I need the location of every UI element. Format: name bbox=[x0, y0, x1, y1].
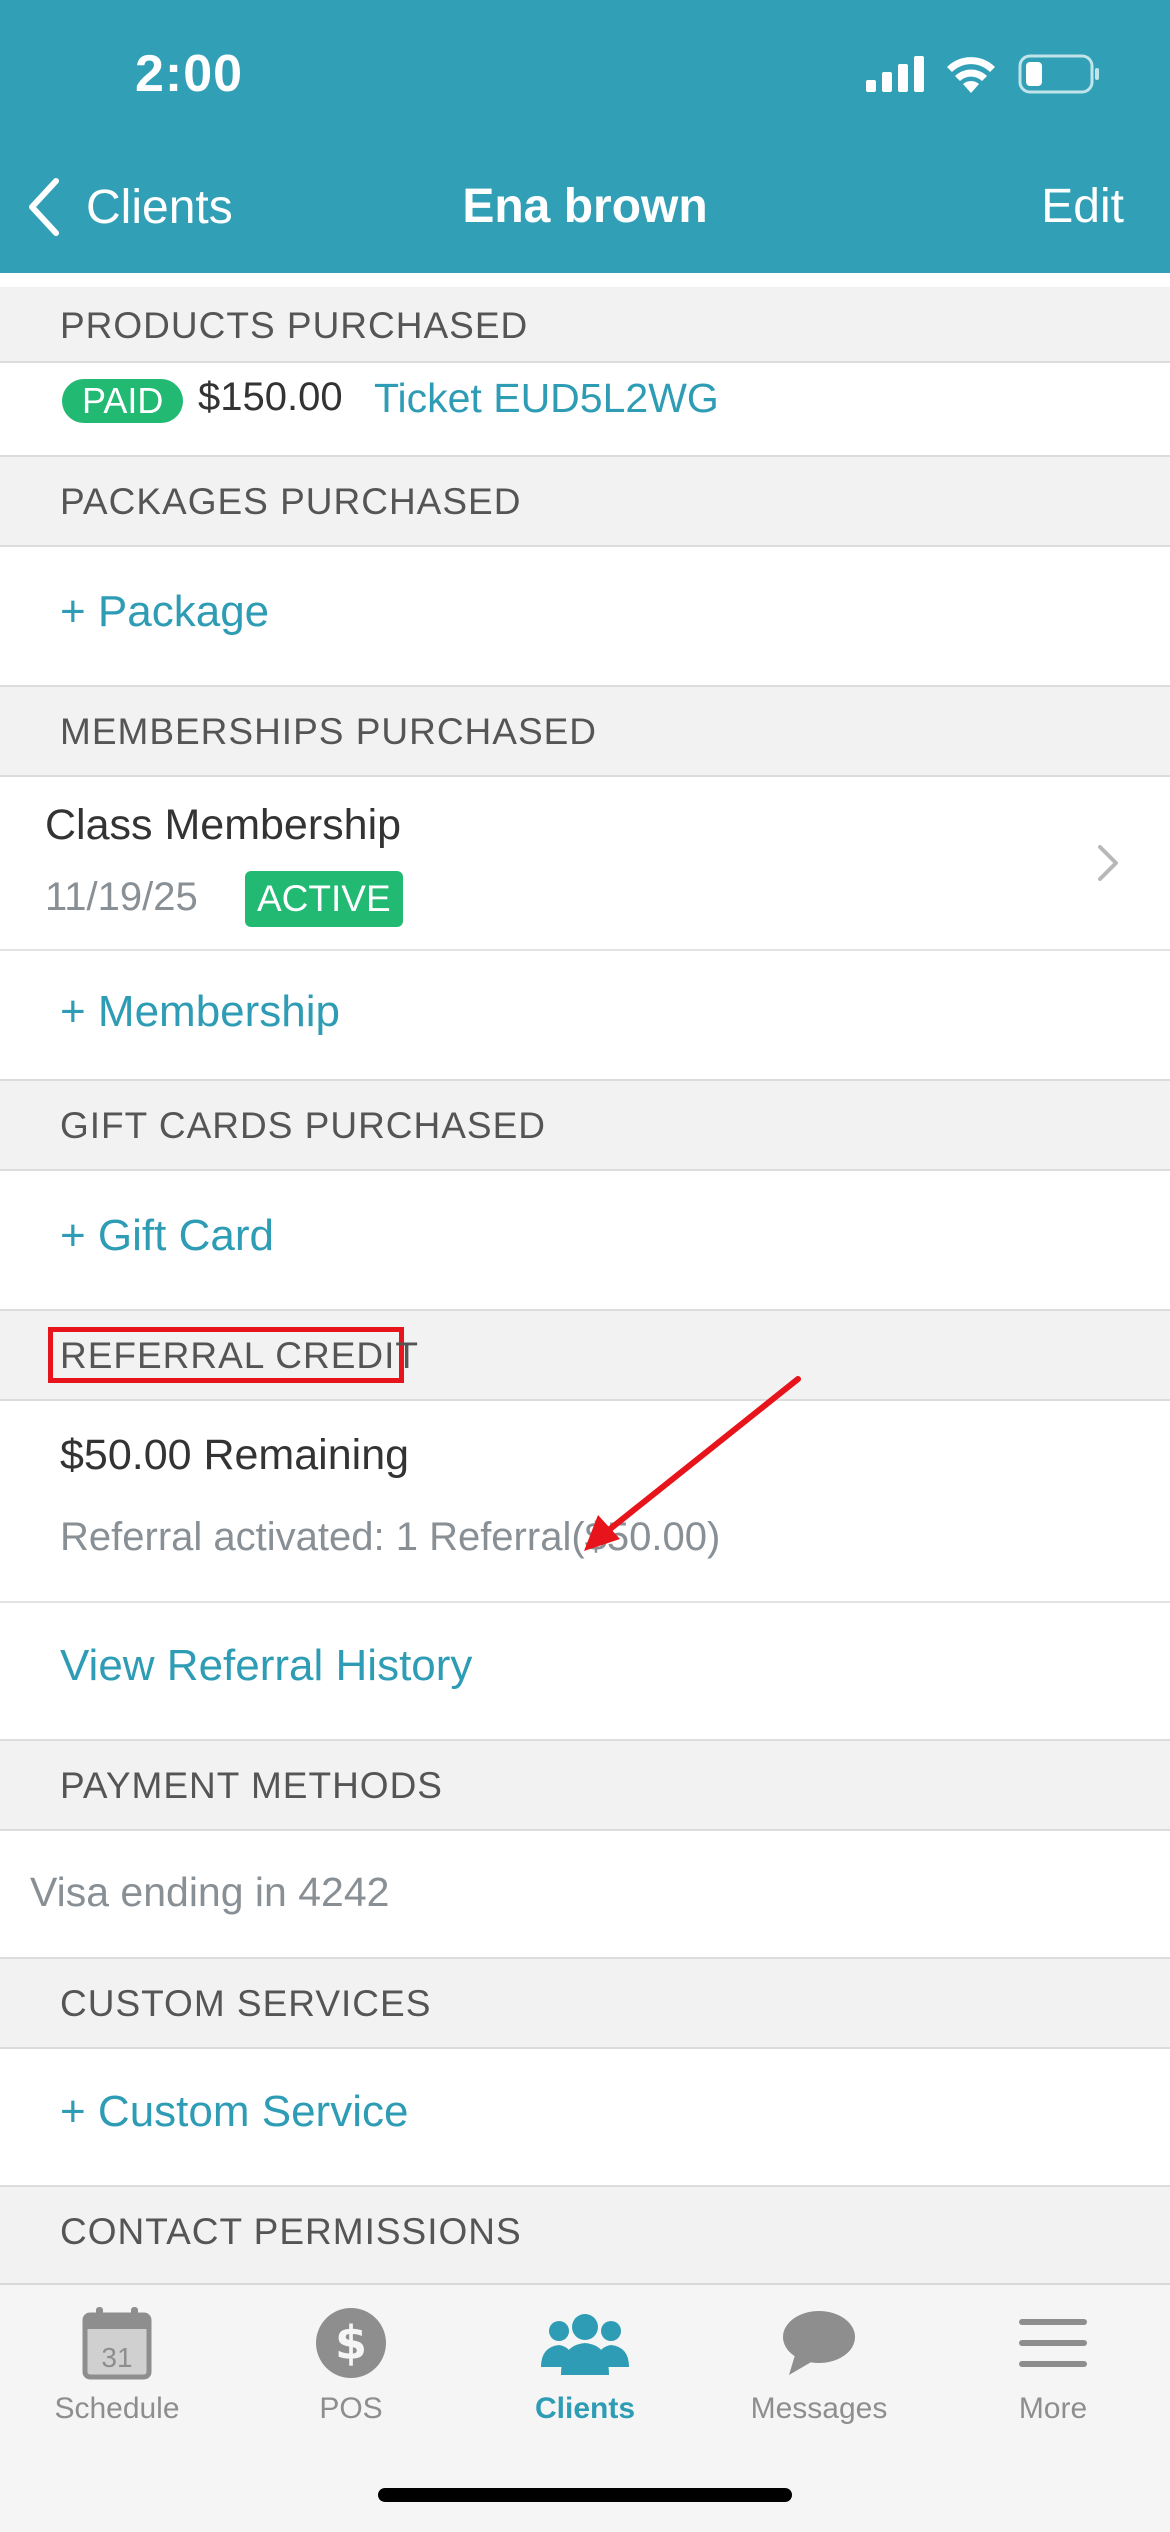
chevron-right-icon bbox=[1098, 845, 1118, 881]
cut-off-text bbox=[60, 273, 440, 275]
svg-text:31: 31 bbox=[101, 2342, 132, 2373]
add-membership-row[interactable]: + Membership bbox=[0, 951, 1170, 1079]
add-gift-card-row[interactable]: + Gift Card bbox=[0, 1171, 1170, 1309]
battery-icon bbox=[1018, 54, 1099, 94]
membership-item[interactable]: Class Membership 11/19/25 ACTIVE bbox=[0, 777, 1170, 951]
section-gift-cards-purchased: GIFT CARDS PURCHASED bbox=[0, 1079, 1170, 1171]
tab-label: POS bbox=[319, 2392, 383, 2425]
section-label: MEMBERSHIPS PURCHASED bbox=[60, 711, 598, 752]
add-gift-card-link[interactable]: + Gift Card bbox=[60, 1211, 274, 1261]
membership-title: Class Membership bbox=[45, 801, 402, 849]
dollar-icon: $ bbox=[316, 2308, 386, 2378]
paid-badge: PAID bbox=[62, 379, 184, 423]
product-row[interactable]: PAID $150.00 Ticket EUD5L2WG bbox=[0, 363, 1170, 457]
section-label: GIFT CARDS PURCHASED bbox=[60, 1105, 546, 1146]
section-contact-permissions: CONTACT PERMISSIONS bbox=[0, 2185, 1170, 2283]
add-package-link[interactable]: + Package bbox=[60, 587, 269, 637]
app-header: 2:00 Clients Ena brown Edit bbox=[0, 0, 1170, 273]
add-package-row[interactable]: + Package bbox=[0, 547, 1170, 685]
add-custom-service-row[interactable]: + Custom Service bbox=[0, 2049, 1170, 2187]
referral-remaining: $50.00 Remaining bbox=[60, 1431, 410, 1479]
section-custom-services: CUSTOM SERVICES bbox=[0, 1957, 1170, 2049]
section-label: REFERRAL CREDIT bbox=[60, 1335, 420, 1376]
wifi-icon bbox=[947, 57, 995, 93]
view-referral-history-link[interactable]: View Referral History bbox=[60, 1641, 472, 1691]
client-detail-scroll[interactable]: PRODUCTS PURCHASED PAID $150.00 Ticket E… bbox=[0, 273, 1170, 2283]
membership-status-badge: ACTIVE bbox=[245, 871, 403, 927]
product-amount: $150.00 bbox=[198, 375, 343, 419]
section-label: CUSTOM SERVICES bbox=[60, 1983, 432, 2024]
nav-bar: Clients Ena brown Edit bbox=[0, 170, 1170, 244]
edit-button[interactable]: Edit bbox=[1041, 170, 1124, 244]
tab-label: Clients bbox=[534, 2392, 636, 2425]
chat-icon bbox=[783, 2311, 855, 2375]
tab-label: More bbox=[1018, 2392, 1088, 2425]
home-indicator bbox=[378, 2488, 792, 2502]
calendar-icon: 31 bbox=[82, 2307, 152, 2380]
section-products-purchased: PRODUCTS PURCHASED bbox=[0, 287, 1170, 363]
membership-date: 11/19/25 bbox=[45, 875, 198, 919]
cut-off-row bbox=[0, 273, 1170, 287]
status-icons bbox=[866, 54, 1100, 94]
ticket-link[interactable]: Ticket EUD5L2WG bbox=[374, 375, 719, 422]
section-payment-methods: PAYMENT METHODS bbox=[0, 1739, 1170, 1831]
section-label: CONTACT PERMISSIONS bbox=[60, 2211, 522, 2252]
tab-pos[interactable]: $ POS bbox=[234, 2305, 468, 2426]
tab-label: Messages bbox=[750, 2392, 888, 2425]
annotation-arrow bbox=[584, 1376, 801, 1551]
add-custom-service-link[interactable]: + Custom Service bbox=[60, 2087, 408, 2137]
section-packages-purchased: PACKAGES PURCHASED bbox=[0, 455, 1170, 547]
referral-credit-row: $50.00 Remaining Referral activated: 1 R… bbox=[0, 1376, 1170, 1603]
tab-messages[interactable]: Messages bbox=[702, 2305, 936, 2426]
payment-card-label: Visa ending in 4242 bbox=[30, 1869, 390, 1915]
tab-schedule[interactable]: 31 Schedule bbox=[0, 2305, 234, 2426]
add-membership-link[interactable]: + Membership bbox=[60, 987, 340, 1037]
section-label: PRODUCTS PURCHASED bbox=[60, 305, 529, 346]
view-referral-history-row[interactable]: View Referral History bbox=[0, 1603, 1170, 1741]
svg-text:$: $ bbox=[335, 2316, 367, 2370]
section-label: PAYMENT METHODS bbox=[60, 1765, 443, 1806]
menu-icon bbox=[1019, 2319, 1087, 2367]
cellular-signal-icon bbox=[866, 56, 924, 92]
tab-label: Schedule bbox=[54, 2392, 180, 2425]
page-title: Ena brown bbox=[462, 180, 708, 233]
tab-clients[interactable]: Clients bbox=[468, 2305, 702, 2426]
status-time: 2:00 bbox=[135, 45, 244, 103]
tab-more[interactable]: More bbox=[936, 2305, 1170, 2426]
people-icon bbox=[541, 2314, 629, 2375]
section-label: PACKAGES PURCHASED bbox=[60, 481, 522, 522]
payment-method-row[interactable]: Visa ending in 4242 bbox=[0, 1831, 1170, 1961]
section-memberships-purchased: MEMBERSHIPS PURCHASED bbox=[0, 685, 1170, 777]
